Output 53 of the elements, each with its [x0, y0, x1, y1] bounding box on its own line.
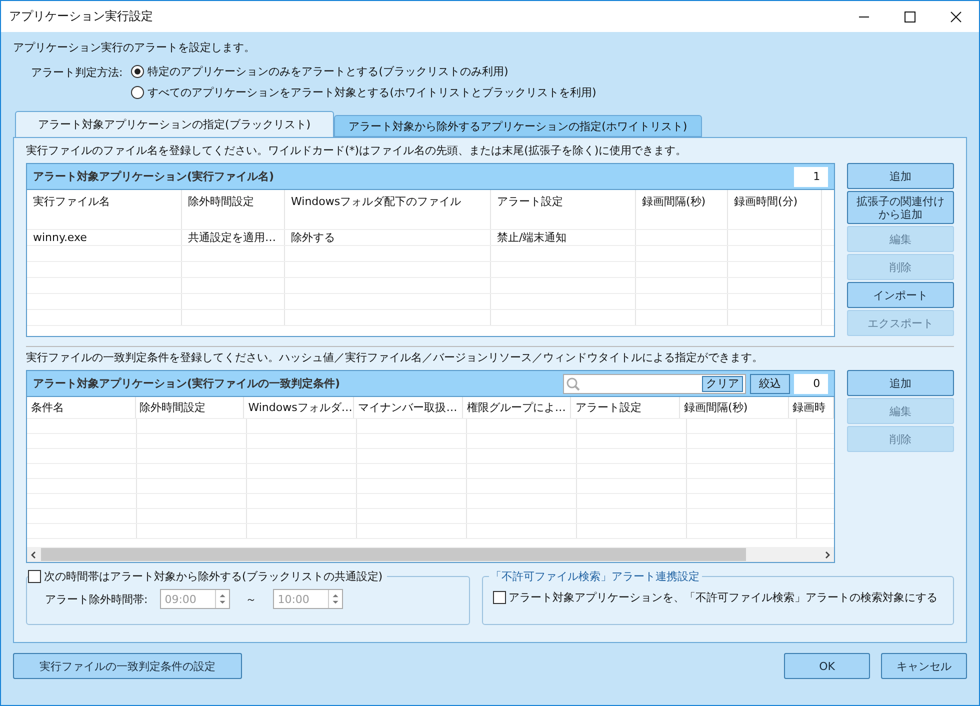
action-button[interactable]: インポート: [847, 282, 954, 308]
table-title: アラート対象アプリケーション(実行ファイルの一致判定条件): [33, 376, 342, 391]
column-header[interactable]: Windowsフォルダ配下のファイル: [291, 195, 462, 208]
count-field: 0: [794, 374, 828, 394]
group-title: 「不許可ファイル検索」アラート連携設定: [490, 570, 700, 583]
column-header[interactable]: 権限グループによ…: [466, 401, 566, 414]
action-button[interactable]: 追加: [847, 370, 954, 396]
radio-button[interactable]: [130, 65, 144, 78]
column-header[interactable]: 録画間隔(秒): [642, 195, 706, 208]
column-header[interactable]: 条件名: [31, 401, 64, 414]
close-icon[interactable]: [950, 10, 962, 22]
radio-label[interactable]: すべてのアプリケーションをアラート対象とする(ホワイトリストとブラックリストを利用): [148, 85, 596, 100]
clear-button[interactable]: クリア: [702, 376, 744, 392]
instruction-text: 実行ファイルの一致判定条件を登録してください。ハッシュ値／実行ファイル名／バージョンリソース／ウィンドウタイトルによる指定ができます。: [26, 350, 764, 365]
window-title: アプリケーション実行設定: [8, 9, 154, 24]
checkbox[interactable]: [492, 591, 506, 604]
range-separator: ～: [246, 592, 257, 607]
action-button[interactable]: 実行ファイルの一致判定条件の設定: [13, 653, 242, 679]
column-header[interactable]: 除外時間設定: [140, 401, 206, 414]
description-text: アプリケーション実行のアラートを設定します。: [13, 40, 256, 55]
column-header[interactable]: 録画時: [792, 401, 826, 414]
column-header[interactable]: 除外時間設定: [188, 195, 254, 208]
radio-button[interactable]: [130, 86, 144, 99]
column-header[interactable]: Windowsフォルダ…: [248, 401, 352, 414]
table-cell: 除外する: [291, 231, 335, 244]
search-icon: [566, 376, 580, 390]
search-field[interactable]: クリア: [563, 374, 746, 394]
table-cell: 共通設定を適用…: [188, 231, 276, 244]
action-button[interactable]: キャンセル: [881, 653, 967, 679]
filter-button[interactable]: 絞込: [750, 374, 790, 394]
checkbox-label[interactable]: アラート対象アプリケーションを、「不許可ファイル検索」アラートの検索対象にする: [508, 590, 938, 605]
column-header[interactable]: 録画時間(分): [734, 195, 798, 208]
column-header[interactable]: マイナンバー取扱…: [358, 401, 458, 414]
column-header[interactable]: アラート設定: [497, 195, 563, 208]
action-button[interactable]: OK: [784, 653, 870, 679]
column-header[interactable]: 実行ファイル名: [33, 195, 110, 208]
maximize-icon[interactable]: [904, 10, 916, 22]
scrollbar-thumb[interactable]: [41, 548, 746, 561]
column-header[interactable]: 録画間隔(秒): [684, 401, 748, 414]
method-label: アラート判定方法:: [31, 65, 123, 81]
range-label: アラート除外時間帯:: [45, 592, 148, 607]
tab[interactable]: アラート対象から除外するアプリケーションの指定(ホワイトリスト): [334, 115, 702, 137]
instruction-text: 実行ファイルのファイル名を登録してください。ワイルドカード(*)はファイル名の先頭、または末尾(拡張子を除く)に使用できます。: [26, 143, 688, 158]
table-cell: winny.exe: [33, 231, 87, 244]
tab[interactable]: アラート対象アプリケーションの指定(ブラックリスト): [15, 111, 334, 137]
action-button[interactable]: 追加: [847, 163, 954, 189]
radio-label[interactable]: 特定のアプリケーションのみをアラートとする(ブラックリストのみ利用): [148, 64, 508, 79]
table-title: アラート対象アプリケーション(実行ファイル名): [33, 169, 276, 184]
table-cell: 禁止/端末通知: [497, 231, 567, 244]
column-header[interactable]: アラート設定: [575, 401, 642, 414]
action-button[interactable]: 拡張子の関連付けから追加: [847, 191, 954, 224]
count-field: 1: [794, 166, 828, 186]
horizontal-scrollbar[interactable]: [27, 547, 834, 562]
